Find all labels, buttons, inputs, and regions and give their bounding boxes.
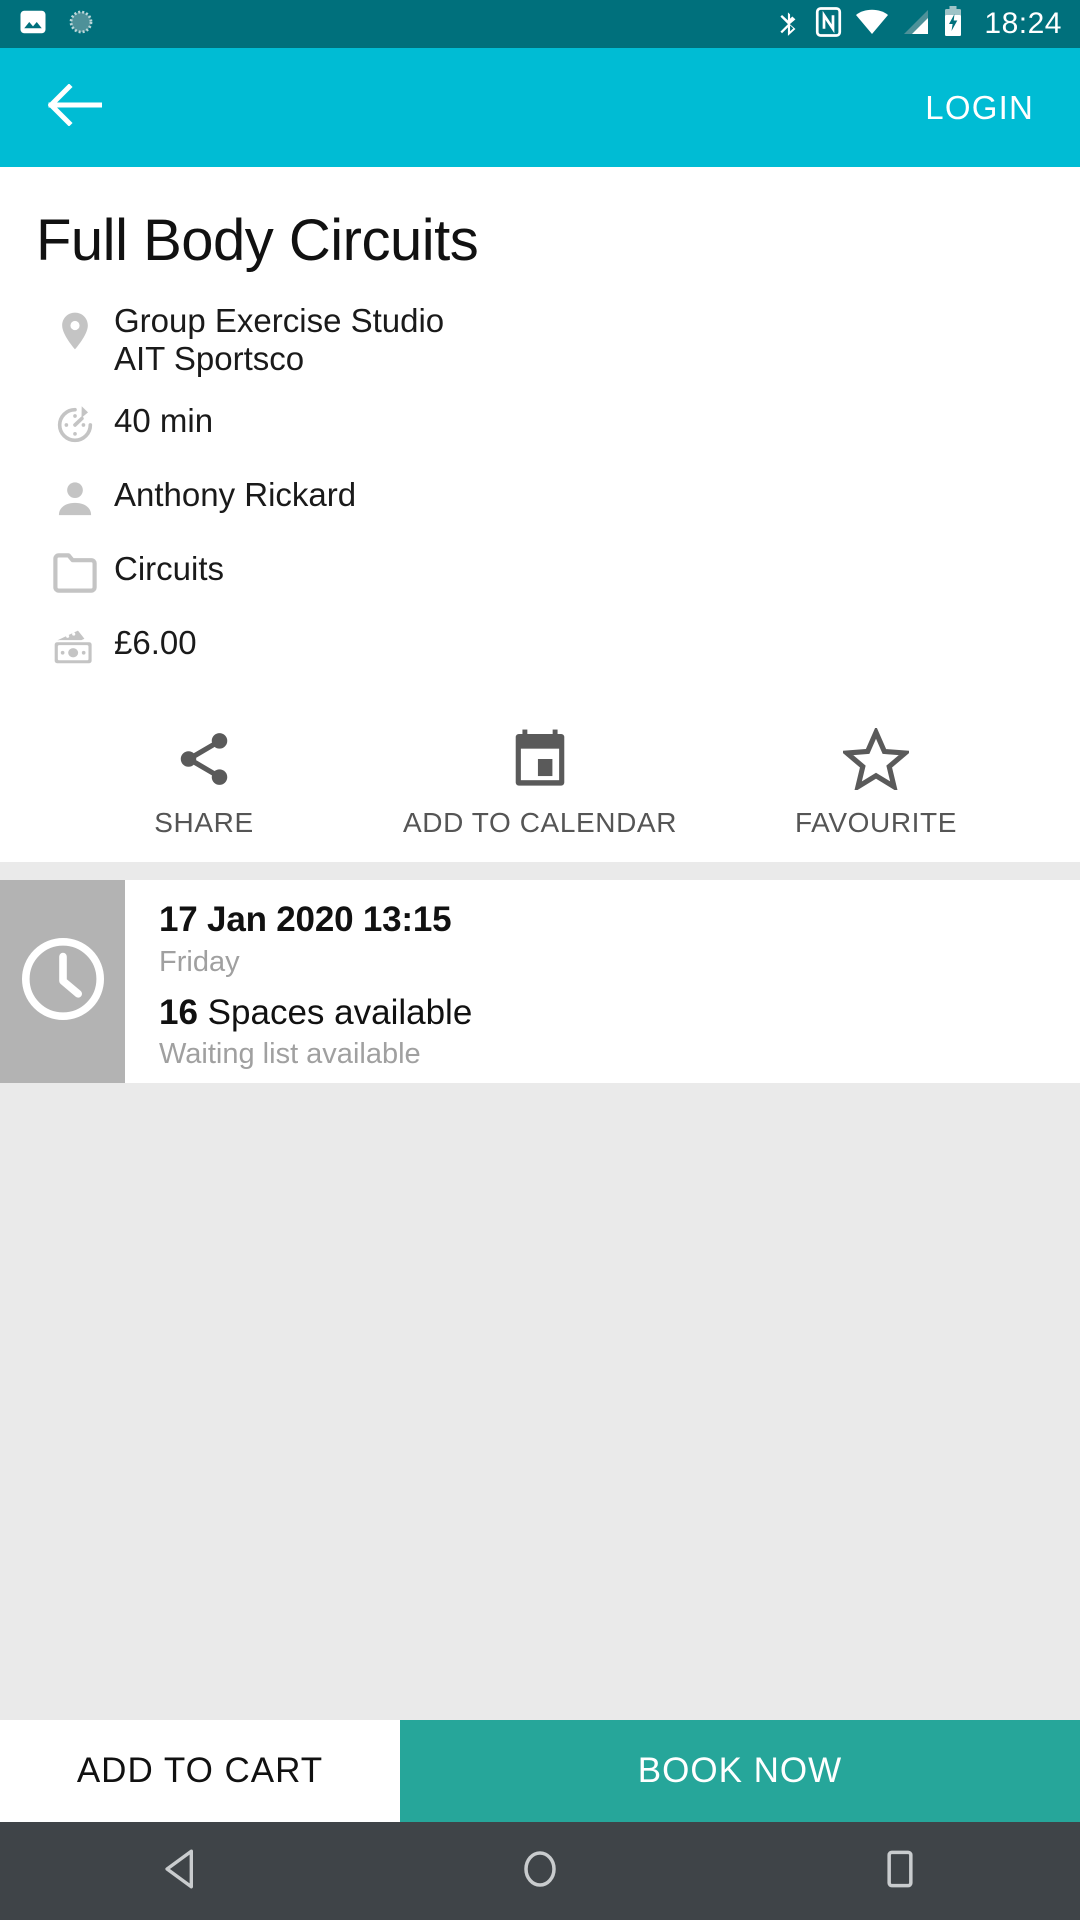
book-now-button[interactable]: BOOK NOW (400, 1720, 1080, 1822)
info-row-price: £6.00 (36, 620, 1044, 694)
session-spaces-count: 16 (159, 993, 198, 1032)
share-button[interactable]: SHARE (36, 728, 372, 839)
timer-icon (36, 398, 114, 448)
share-icon (173, 728, 235, 790)
star-outline-icon (843, 728, 909, 790)
favourite-label: FAVOURITE (794, 807, 957, 838)
info-row-location: Group Exercise Studio AIT Sportsco (36, 298, 1044, 398)
info-duration-text: 40 min (114, 402, 214, 439)
login-button[interactable]: LOGIN (925, 89, 1034, 127)
location-line-1: Group Exercise Studio (114, 302, 445, 339)
location-pin-icon (36, 298, 114, 356)
location-line-2: AIT Sportsco (114, 340, 305, 378)
back-button[interactable] (46, 79, 104, 137)
cellular-signal-icon (902, 9, 930, 40)
nav-recents-button[interactable] (720, 1849, 1080, 1894)
session-details: 17 Jan 2020 13:15 Friday 16 Spaces avail… (125, 880, 472, 1083)
add-to-calendar-label: ADD TO CALENDAR (402, 807, 678, 838)
clock-icon (15, 931, 111, 1032)
empty-area (0, 1083, 1080, 1720)
photo-icon (18, 7, 48, 42)
back-arrow-icon (47, 83, 104, 131)
phone-screen: 18:24 LOGIN Full Body Circuits Group Exe… (0, 0, 1080, 1920)
session-day: Friday (159, 946, 240, 978)
favourite-button[interactable]: FAVOURITE (708, 728, 1044, 839)
info-row-duration: 40 min (36, 398, 1044, 472)
money-icon (36, 620, 114, 670)
status-bar-left-icons (18, 7, 96, 42)
nfc-icon (815, 6, 842, 42)
person-icon (36, 472, 114, 522)
home-circle-icon (520, 1847, 560, 1896)
session-thumbnail (0, 880, 125, 1083)
session-datetime: 17 Jan 2020 13:15 (159, 900, 452, 939)
android-nav-bar (0, 1822, 1080, 1920)
bottom-action-bar: ADD TO CART BOOK NOW (0, 1720, 1080, 1822)
status-bar-right-icons: 18:24 (776, 6, 1062, 42)
wifi-icon (855, 9, 889, 40)
info-instructor-text: Anthony Rickard (114, 476, 357, 513)
folder-icon (36, 546, 114, 594)
session-waiting-list: Waiting list available (159, 1038, 421, 1070)
status-bar: 18:24 (0, 0, 1080, 48)
nav-back-button[interactable] (0, 1848, 360, 1895)
status-bar-clock: 18:24 (984, 7, 1062, 40)
calendar-icon (511, 728, 569, 790)
info-price-text: £6.00 (114, 624, 197, 661)
add-to-cart-button[interactable]: ADD TO CART (0, 1720, 400, 1822)
session-spaces: 16 Spaces available (159, 993, 472, 1033)
battery-charging-icon (943, 6, 963, 42)
back-triangle-icon (160, 1848, 200, 1895)
share-label: SHARE (154, 807, 254, 838)
sync-icon (66, 7, 96, 42)
section-divider (0, 862, 1080, 880)
add-to-calendar-button[interactable]: ADD TO CALENDAR (372, 728, 708, 839)
session-list-item[interactable]: 17 Jan 2020 13:15 Friday 16 Spaces avail… (0, 880, 1080, 1083)
session-spaces-label: Spaces available (207, 993, 473, 1032)
class-detail-section: Full Body Circuits Group Exercise Studio… (0, 167, 1080, 862)
app-bar: LOGIN (0, 48, 1080, 167)
info-category-text: Circuits (114, 550, 225, 587)
nav-home-button[interactable] (360, 1847, 720, 1896)
page-title: Full Body Circuits (36, 208, 479, 273)
info-location-text: Group Exercise Studio AIT Sportsco (114, 298, 444, 379)
recents-square-icon (885, 1849, 915, 1894)
bluetooth-icon (776, 7, 802, 42)
info-row-instructor: Anthony Rickard (36, 472, 1044, 546)
info-row-category: Circuits (36, 546, 1044, 620)
action-buttons-row: SHARE ADD TO CALENDAR FAVOURITE (36, 728, 1044, 839)
